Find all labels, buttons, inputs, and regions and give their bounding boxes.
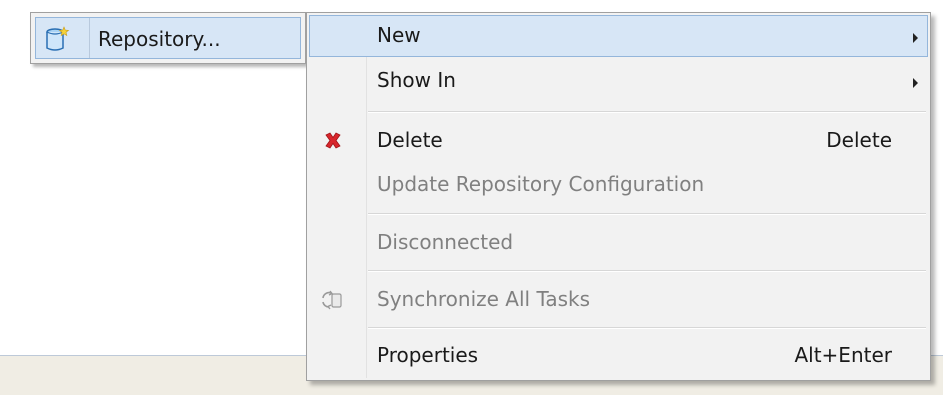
menu-separator <box>368 111 926 113</box>
menu-item-label: Synchronize All Tasks <box>377 287 591 311</box>
menu-item-show-in[interactable]: Show In <box>309 60 928 102</box>
menu-item-label: New <box>377 23 421 47</box>
new-repository-icon <box>44 26 70 54</box>
menu-separator <box>368 270 926 272</box>
menu-item-label: Disconnected <box>377 230 514 254</box>
submenu-item-repository[interactable]: Repository... <box>35 17 301 59</box>
submenu-arrow-icon <box>913 33 918 43</box>
menu-item-label: Update Repository Configuration <box>377 172 705 196</box>
menu-item-accelerator: Delete <box>826 128 892 152</box>
menu-item-synchronize-all-tasks: Synchronize All Tasks <box>309 279 928 321</box>
submenu-icon-separator <box>89 18 90 58</box>
submenu-item-label: Repository... <box>98 27 221 51</box>
menu-item-update-repository-configuration: Update Repository Configuration <box>309 164 928 206</box>
menu-separator <box>368 327 926 329</box>
new-submenu: Repository... <box>30 12 306 64</box>
menu-item-new[interactable]: New <box>309 15 928 57</box>
menu-item-properties[interactable]: Properties Alt+Enter <box>309 335 928 377</box>
synchronize-icon <box>319 286 347 314</box>
menu-item-disconnected: Disconnected <box>309 222 928 264</box>
menu-item-delete[interactable]: Delete Delete <box>309 120 928 162</box>
menu-item-label: Properties <box>377 343 479 367</box>
menu-item-label: Show In <box>377 68 456 92</box>
delete-red-x-icon <box>319 127 347 155</box>
submenu-arrow-icon <box>913 78 918 88</box>
menu-separator <box>368 213 926 215</box>
context-menu: New Show In Delete Delete Update Reposit… <box>306 12 931 381</box>
menu-item-accelerator: Alt+Enter <box>794 343 892 367</box>
menu-item-label: Delete <box>377 128 443 152</box>
